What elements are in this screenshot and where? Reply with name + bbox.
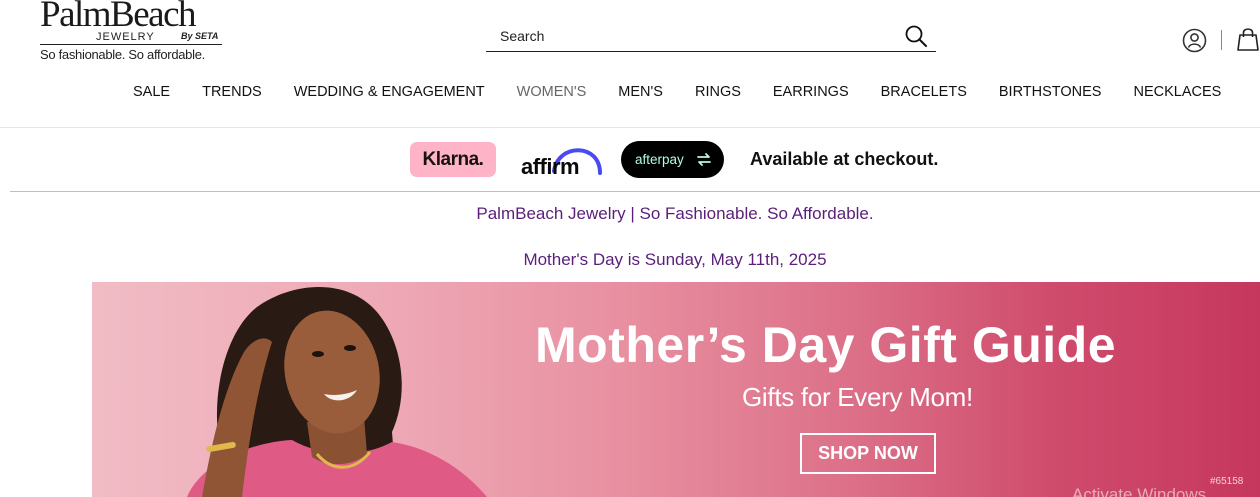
search-bar xyxy=(486,22,936,52)
banner-subtitle: Gifts for Every Mom! xyxy=(742,382,973,412)
logo-wordmark: PalmBeach xyxy=(40,0,197,35)
nav-item-wedding-engagement[interactable]: WEDDING & ENGAGEMENT xyxy=(294,84,485,104)
affirm-logo: affirm xyxy=(520,141,604,179)
nav-item-trends[interactable]: TRENDS xyxy=(202,84,262,104)
logo-by-seta: By SETA xyxy=(181,31,219,41)
nav-item-necklaces[interactable]: NECKLACES xyxy=(1133,84,1221,104)
nav-item-womens[interactable]: WOMEN'S xyxy=(517,84,587,104)
banner-title: Mother’s Day Gift Guide xyxy=(535,317,1117,373)
banner-model-photo xyxy=(187,287,487,497)
mothers-day-banner[interactable]: Mother’s Day Gift Guide Gifts for Every … xyxy=(92,282,1260,497)
nav-item-bracelets[interactable]: BRACELETS xyxy=(881,84,967,104)
search-input[interactable] xyxy=(500,28,880,44)
header-divider xyxy=(1221,30,1222,50)
nav-divider xyxy=(0,127,1260,128)
activate-windows-watermark: Activate Windows xyxy=(1072,485,1207,497)
available-at-checkout: Available at checkout. xyxy=(750,149,939,169)
payments-divider xyxy=(10,191,1260,192)
banner-code: #65158 xyxy=(1210,476,1244,487)
search-icon[interactable] xyxy=(904,24,928,48)
nav-item-rings[interactable]: RINGS xyxy=(695,84,741,104)
site-tagline: PalmBeach Jewelry | So Fashionable. So A… xyxy=(476,204,874,223)
user-circle-icon[interactable] xyxy=(1182,28,1207,53)
nav-item-mens[interactable]: MEN'S xyxy=(618,84,663,104)
afterpay-logo: afterpay xyxy=(621,141,724,178)
shopping-bag-icon[interactable] xyxy=(1236,26,1260,52)
logo-jewelry: JEWELRY xyxy=(96,31,155,43)
afterpay-arrows-icon xyxy=(697,153,711,166)
afterpay-wordmark: afterpay xyxy=(635,152,684,167)
nav-item-sale[interactable]: SALE xyxy=(133,84,170,104)
logo-tagline: So fashionable. So affordable. xyxy=(40,47,205,62)
shop-now-button[interactable]: SHOP NOW xyxy=(800,433,936,474)
nav-item-earrings[interactable]: EARRINGS xyxy=(773,84,849,104)
affirm-wordmark: affirm xyxy=(521,154,580,179)
main-nav: SALE TRENDS WEDDING & ENGAGEMENT WOMEN'S… xyxy=(117,84,1237,104)
mothers-day-notice: Mother's Day is Sunday, May 11th, 2025 xyxy=(523,250,827,269)
nav-item-birthstones[interactable]: BIRTHSTONES xyxy=(999,84,1102,104)
site-logo[interactable]: PalmBeach JEWELRY By SETA So fashionable… xyxy=(40,0,225,66)
klarna-logo: Klarna. xyxy=(410,142,496,177)
logo-rule xyxy=(40,44,222,45)
